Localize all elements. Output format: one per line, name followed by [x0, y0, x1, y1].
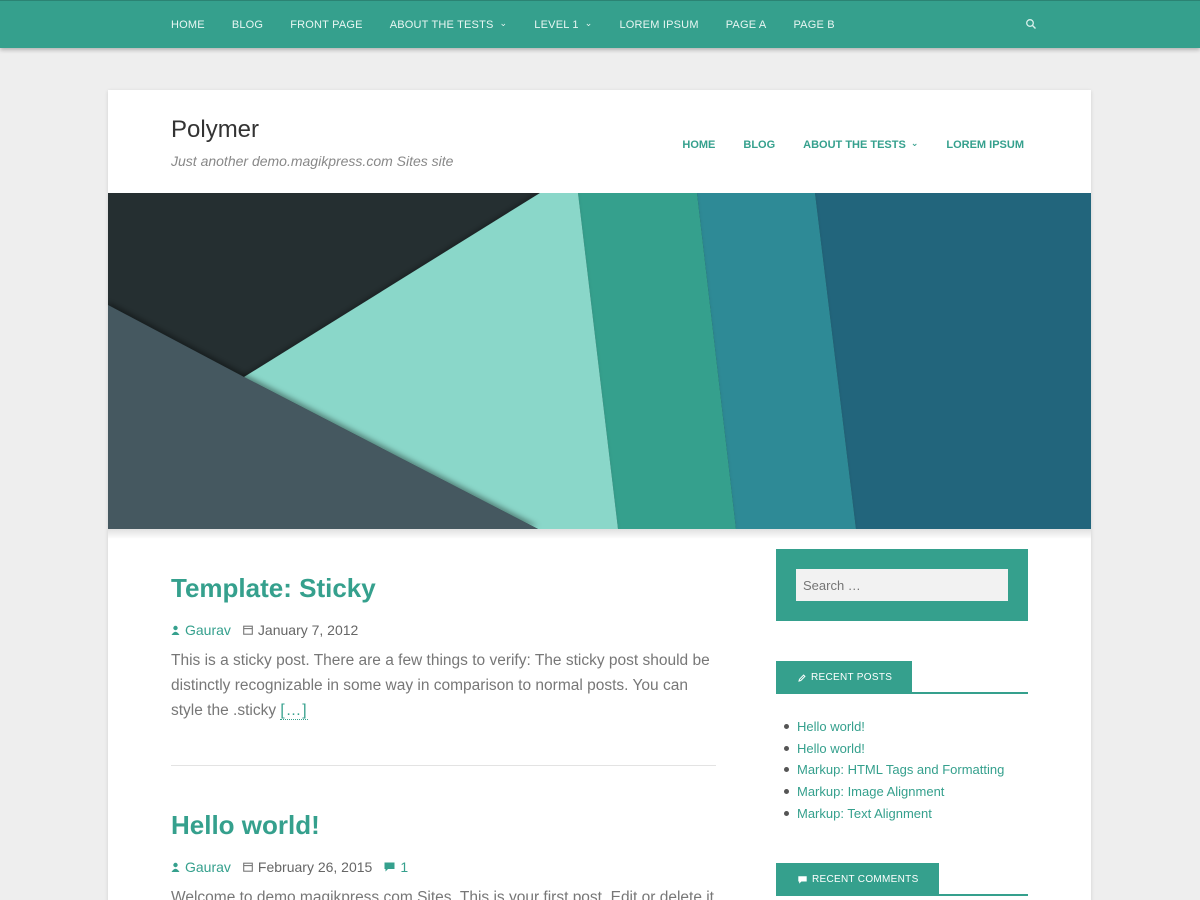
user-icon	[171, 625, 180, 635]
top-nav-item-about-the-tests[interactable]: ABOUT THE TESTS ⌄	[389, 17, 508, 32]
main-nav-item-about-the-tests[interactable]: ABOUT THE TESTS ⌄	[803, 137, 919, 152]
post: Hello world! Gaurav February 26, 2015 1 …	[171, 810, 716, 900]
top-nav-item-page-a[interactable]: PAGE A	[726, 19, 767, 31]
chevron-down-icon: ⌄	[584, 17, 593, 28]
recent-post-link[interactable]: Hello world!	[797, 719, 865, 734]
comment-icon	[384, 862, 395, 872]
bullet	[784, 767, 789, 773]
top-nav-item-label: ABOUT THE TESTS	[389, 19, 494, 31]
top-nav-item-home[interactable]: HOME	[171, 19, 205, 31]
main-nav-item-blog[interactable]: BLOG	[743, 139, 775, 151]
calendar-icon	[243, 625, 253, 635]
pencil-icon	[798, 673, 806, 682]
post-excerpt: This is a sticky post. There are a few t…	[171, 648, 716, 723]
post-author[interactable]: Gaurav	[185, 859, 231, 875]
chevron-down-icon: ⌄	[499, 17, 508, 28]
top-nav-item-label: PAGE A	[725, 19, 767, 31]
top-navigation-bar: HOME BLOG FRONT PAGE ABOUT THE TESTS ⌄ LE…	[0, 0, 1200, 48]
list-item[interactable]: Markup: Image Alignment	[784, 781, 1004, 803]
top-nav-item-label: PAGE B	[793, 19, 835, 31]
post-meta: Gaurav January 7, 2012	[171, 622, 716, 638]
recent-post-link[interactable]: Markup: Image Alignment	[797, 784, 944, 799]
post-excerpt-text: This is a sticky post. There are a few t…	[171, 652, 710, 719]
bullet	[784, 745, 789, 751]
recent-comments-title: RECENT COMMENTS	[776, 863, 939, 896]
bullet	[784, 789, 789, 795]
bullet	[784, 810, 789, 816]
main-nav-item-home[interactable]: HOME	[682, 139, 715, 151]
bullet	[784, 724, 789, 730]
search-widget	[776, 549, 1028, 621]
widget-title-text: RECENT COMMENTS	[812, 874, 919, 885]
main-nav-item-label: HOME	[682, 139, 716, 151]
recent-posts-list: Hello world! Hello world! Markup: HTML T…	[784, 716, 1004, 824]
top-nav-item-label: LEVEL 1	[534, 19, 579, 31]
post-author[interactable]: Gaurav	[185, 622, 231, 638]
post-title[interactable]: Template: Sticky	[171, 573, 716, 604]
main-nav-item-label: LOREM IPSUM	[946, 139, 1024, 151]
recent-post-link[interactable]: Markup: HTML Tags and Formatting	[797, 762, 1004, 777]
header-image	[108, 193, 1091, 529]
top-nav-item-label: LOREM IPSUM	[619, 19, 699, 31]
site-description: Just another demo.magikpress.com Sites s…	[171, 153, 454, 169]
post: Template: Sticky Gaurav January 7, 2012 …	[171, 573, 716, 723]
top-nav-item-label: HOME	[171, 19, 205, 31]
post-excerpt-text: Welcome to demo.magikpress.com Sites. Th…	[171, 889, 714, 900]
list-item[interactable]: Markup: Text Alignment	[784, 802, 1004, 824]
recent-post-link[interactable]: Markup: Text Alignment	[797, 806, 932, 821]
post-divider	[171, 765, 716, 766]
main-nav-item-label: ABOUT THE TESTS	[803, 139, 906, 151]
top-nav-item-label: BLOG	[231, 19, 264, 31]
widget-title-text: RECENT POSTS	[811, 672, 893, 683]
top-nav-item-lorem-ipsum[interactable]: LOREM IPSUM	[619, 19, 698, 31]
main-nav: HOME BLOG ABOUT THE TESTS ⌄ LOREM IPSUM	[654, 137, 1024, 152]
chevron-down-icon: ⌄	[910, 137, 919, 148]
recent-posts-title: RECENT POSTS	[776, 661, 913, 694]
post-title[interactable]: Hello world!	[171, 810, 716, 841]
top-nav-item-level-1[interactable]: LEVEL 1 ⌄	[534, 17, 593, 32]
post-date: January 7, 2012	[257, 622, 359, 638]
post-date: February 26, 2015	[257, 859, 373, 875]
top-nav-item-label: FRONT PAGE	[290, 19, 363, 31]
list-item[interactable]: Hello world!	[784, 716, 1004, 738]
recent-post-link[interactable]: Hello world!	[797, 741, 865, 756]
recent-posts-widget-header: RECENT POSTS	[776, 661, 1028, 694]
top-nav-item-page-b[interactable]: PAGE B	[793, 19, 834, 31]
top-nav: HOME BLOG FRONT PAGE ABOUT THE TESTS ⌄ LE…	[171, 1, 862, 49]
list-item[interactable]: Markup: HTML Tags and Formatting	[784, 759, 1004, 781]
main-card: Polymer Just another demo.magikpress.com…	[108, 90, 1091, 900]
comment-icon	[798, 875, 807, 884]
calendar-icon	[243, 862, 253, 872]
recent-comments-widget-header: RECENT COMMENTS	[776, 863, 1028, 896]
main-nav-item-lorem-ipsum[interactable]: LOREM IPSUM	[946, 139, 1024, 151]
site-title[interactable]: Polymer	[171, 116, 259, 144]
main-nav-item-label: BLOG	[743, 139, 776, 151]
post-comment-count[interactable]: 1	[400, 859, 408, 875]
read-more-link[interactable]: […]	[280, 702, 308, 720]
post-excerpt: Welcome to demo.magikpress.com Sites. Th…	[171, 885, 716, 900]
search-input[interactable]	[796, 569, 1008, 601]
post-meta: Gaurav February 26, 2015 1	[171, 859, 716, 875]
user-icon	[171, 862, 180, 872]
top-nav-item-front-page[interactable]: FRONT PAGE	[290, 19, 363, 31]
list-item[interactable]: Hello world!	[784, 738, 1004, 760]
search-icon[interactable]	[1025, 18, 1037, 30]
top-nav-item-blog[interactable]: BLOG	[232, 19, 263, 31]
header-image-shadow	[108, 529, 1091, 539]
